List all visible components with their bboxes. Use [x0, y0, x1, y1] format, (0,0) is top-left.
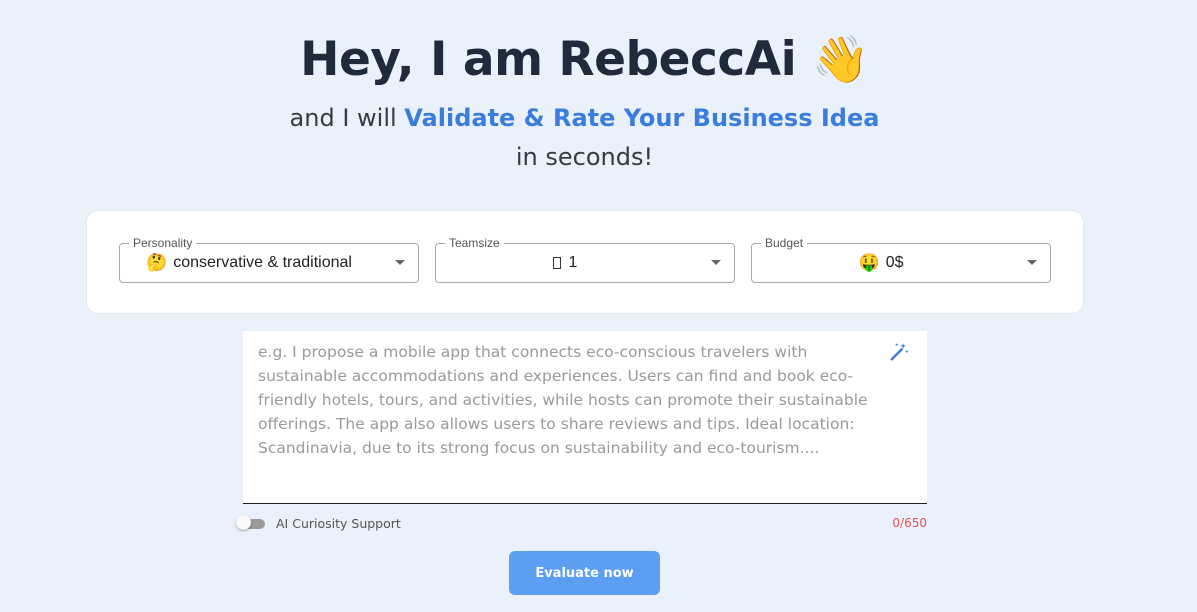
budget-value: 0$ — [885, 254, 904, 271]
chevron-down-icon[interactable] — [1027, 260, 1037, 265]
subtitle-suffix: in seconds! — [515, 143, 654, 171]
ai-curiosity-label: AI Curiosity Support — [276, 516, 401, 531]
budget-value-wrap: 🤑 0$ — [752, 244, 1010, 282]
personality-value: conservative & traditional — [173, 254, 352, 271]
personality-select[interactable]: Personality 🤔 conservative & traditional — [119, 236, 419, 283]
chevron-down-icon[interactable] — [711, 260, 721, 265]
teamsize-value: 1 — [568, 254, 578, 271]
money-face-icon: 🤑 — [858, 253, 880, 272]
person-icon — [552, 257, 561, 269]
subtitle-prefix: and I will — [289, 104, 405, 132]
waving-hand-icon: 👋 — [812, 32, 869, 86]
idea-textarea[interactable] — [258, 340, 888, 490]
budget-select[interactable]: Budget 🤑 0$ — [751, 236, 1051, 283]
teamsize-select[interactable]: Teamsize 1 — [435, 236, 735, 283]
subtitle-highlight: Validate & Rate Your Business Idea — [404, 104, 880, 132]
char-counter: 0/650 — [892, 516, 927, 530]
teamsize-value-wrap: 1 — [436, 244, 694, 282]
evaluate-button[interactable]: Evaluate now — [509, 551, 660, 595]
magic-wand-icon[interactable] — [888, 341, 910, 363]
thinking-face-icon: 🤔 — [146, 253, 168, 272]
idea-input-container — [243, 331, 927, 504]
page-subtitle: and I will Validate & Rate Your Business… — [280, 99, 889, 177]
toggle-thumb — [236, 515, 251, 530]
page-title: Hey, I am RebeccAi 👋 — [0, 32, 1169, 87]
personality-value-wrap: 🤔 conservative & traditional — [120, 244, 378, 282]
chevron-down-icon[interactable] — [395, 260, 405, 265]
settings-card: Personality 🤔 conservative & traditional… — [86, 210, 1084, 314]
ai-curiosity-toggle[interactable] — [236, 515, 266, 531]
title-text: Hey, I am RebeccAi — [300, 32, 797, 87]
